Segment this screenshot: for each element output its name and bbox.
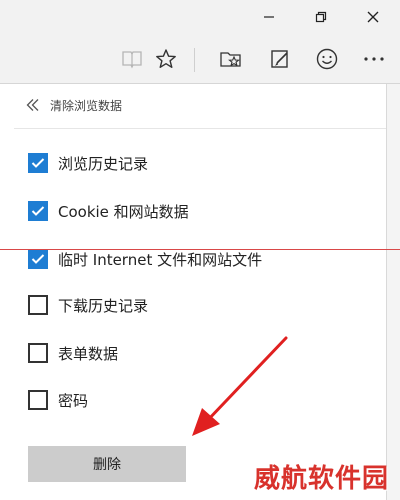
checkmark-icon — [31, 206, 45, 216]
option-browsing-history[interactable]: 浏览历史记录 — [28, 152, 148, 174]
option-label: 临时 Internet 文件和网站文件 — [58, 250, 263, 269]
checkbox[interactable] — [28, 153, 48, 173]
option-passwords[interactable]: 密码 — [28, 389, 88, 411]
option-download-history[interactable]: 下载历史记录 — [28, 294, 148, 316]
option-form-data[interactable]: 表单数据 — [28, 342, 118, 364]
checkbox[interactable] — [28, 201, 48, 221]
option-temp-files[interactable]: 临时 Internet 文件和网站文件 — [28, 248, 262, 270]
checkmark-icon — [31, 158, 45, 168]
checkmark-icon — [31, 254, 45, 264]
delete-button[interactable]: 删除 — [28, 446, 186, 482]
reading-view-icon — [122, 51, 142, 69]
checkbox[interactable] — [28, 390, 48, 410]
watermark: 威航软件园 — [254, 464, 390, 494]
close-icon — [367, 11, 379, 23]
panel-header: 清除浏览数据 — [26, 94, 122, 116]
minimize-icon — [264, 16, 274, 18]
browser-toolbar — [0, 34, 400, 84]
web-note-icon — [271, 50, 288, 68]
panel-title: 清除浏览数据 — [50, 98, 123, 113]
checkbox[interactable] — [28, 295, 48, 315]
option-label: 密码 — [58, 391, 89, 410]
annotation-arrow-icon — [192, 336, 288, 436]
maximize-icon — [315, 11, 327, 23]
more-icon — [364, 57, 384, 61]
web-note-button[interactable] — [263, 42, 297, 76]
panel-scroll-edge — [386, 84, 400, 500]
checkbox[interactable] — [28, 343, 48, 363]
toolbar-separator — [194, 48, 195, 72]
option-label: 下载历史记录 — [58, 296, 149, 315]
option-label: Cookie 和网站数据 — [58, 202, 189, 221]
favorites-hub-icon — [220, 52, 241, 67]
option-cookies[interactable]: Cookie 和网站数据 — [28, 200, 189, 222]
add-to-favorites-button[interactable] — [149, 42, 183, 76]
maximize-button[interactable] — [298, 0, 344, 34]
option-label: 表单数据 — [58, 344, 119, 363]
more-button[interactable] — [357, 42, 391, 76]
favorite-star-icon — [156, 49, 176, 68]
back-double-chevron-icon[interactable] — [26, 98, 40, 112]
option-label: 浏览历史记录 — [58, 154, 149, 173]
annotation-line — [0, 249, 400, 250]
feedback-smiley-icon — [316, 48, 338, 70]
hub-button[interactable] — [214, 42, 248, 76]
feedback-button[interactable] — [310, 42, 344, 76]
panel-divider — [14, 128, 386, 129]
checkbox[interactable] — [28, 249, 48, 269]
reading-view-button[interactable] — [115, 42, 149, 76]
minimize-button[interactable] — [246, 0, 292, 34]
title-bar — [0, 0, 400, 34]
close-button[interactable] — [350, 0, 396, 34]
